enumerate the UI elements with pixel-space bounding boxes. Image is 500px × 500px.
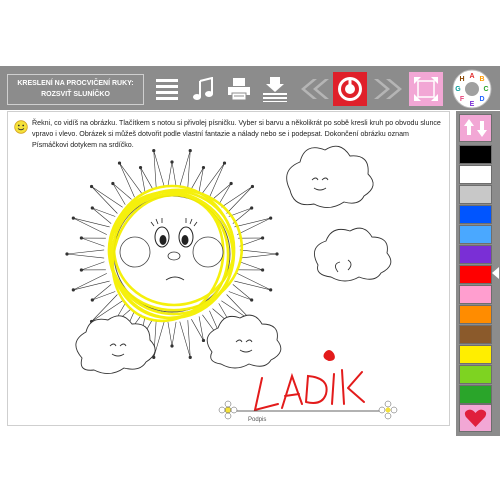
sun-ray-dot [201, 338, 206, 343]
sun-ray [153, 150, 165, 188]
finish-heart-button[interactable] [459, 404, 492, 432]
sun-ray-dot [201, 165, 206, 170]
palette-pointer [492, 267, 499, 279]
sun-ray-dot [71, 288, 75, 292]
swap-button[interactable] [459, 114, 492, 142]
sun-ray-dot [188, 148, 192, 153]
sun-ray-dot [250, 298, 254, 302]
sun-ray [81, 261, 106, 271]
color-swatch[interactable] [459, 185, 492, 204]
swap-arrows-icon [464, 119, 487, 137]
sun-ray-dot [188, 355, 192, 360]
sun-ray [81, 237, 106, 247]
sun-ray [167, 161, 177, 187]
sun-ray [234, 273, 271, 291]
sun-ray [239, 249, 278, 259]
sun-ray [92, 284, 116, 301]
color-swatch[interactable] [459, 165, 492, 184]
sun-ray [66, 249, 105, 259]
sun-ray-dot [269, 288, 273, 292]
color-swatch[interactable] [459, 345, 492, 364]
sun-ray-dot [170, 160, 174, 164]
sun-ray-dot [138, 165, 143, 170]
sun-ray [92, 207, 116, 224]
color-swatch[interactable] [459, 225, 492, 244]
sun-ray-dot [170, 344, 174, 348]
sun-ray [179, 150, 191, 188]
sun-drawing: Podpis [65, 145, 398, 423]
sun-ray [140, 167, 153, 192]
sun-ray [179, 320, 191, 358]
sun-ray-dot [152, 148, 156, 153]
color-swatch[interactable] [459, 145, 492, 164]
sun-ray [228, 284, 252, 301]
sun-ray [112, 183, 132, 205]
sun-ray-dot [79, 268, 83, 272]
flower-right-icon [378, 400, 398, 420]
sun-ray [73, 217, 110, 235]
color-swatch[interactable] [459, 265, 492, 284]
sun-ray [167, 321, 177, 347]
sun-ray-dot [250, 206, 254, 210]
sun-ray-dot [261, 236, 265, 240]
sun-ray-dot [250, 184, 255, 189]
sun-ray-dot [269, 216, 273, 220]
color-swatch[interactable] [459, 365, 492, 384]
sun-ray-dot [65, 252, 69, 256]
sun-ray-dot [90, 298, 94, 302]
color-swatch[interactable] [459, 285, 492, 304]
color-swatch[interactable] [459, 385, 492, 404]
sun-ray [191, 167, 204, 192]
sun-ray-dot [261, 268, 265, 272]
sun-ray-dot [222, 161, 227, 165]
sun-ray-dot [229, 181, 233, 186]
color-swatch[interactable] [459, 325, 492, 344]
sun-ray-dot [71, 216, 75, 220]
sun-ray-dot [275, 252, 279, 256]
sun-ray [191, 316, 204, 341]
sun-ray [73, 273, 110, 291]
sun-ray-dot [79, 236, 83, 240]
color-swatch[interactable] [459, 205, 492, 224]
sun-ray-dot [111, 181, 115, 186]
sun-ray [238, 261, 263, 271]
color-swatch[interactable] [459, 305, 492, 324]
flower-left-icon [218, 400, 238, 420]
signature-label: Podpis [248, 417, 266, 423]
sun-ray-dot [90, 206, 94, 210]
sun-ray-dot [89, 184, 94, 189]
sun-ray-dot [117, 161, 122, 165]
heart-icon [464, 409, 487, 427]
color-swatch[interactable] [459, 245, 492, 264]
